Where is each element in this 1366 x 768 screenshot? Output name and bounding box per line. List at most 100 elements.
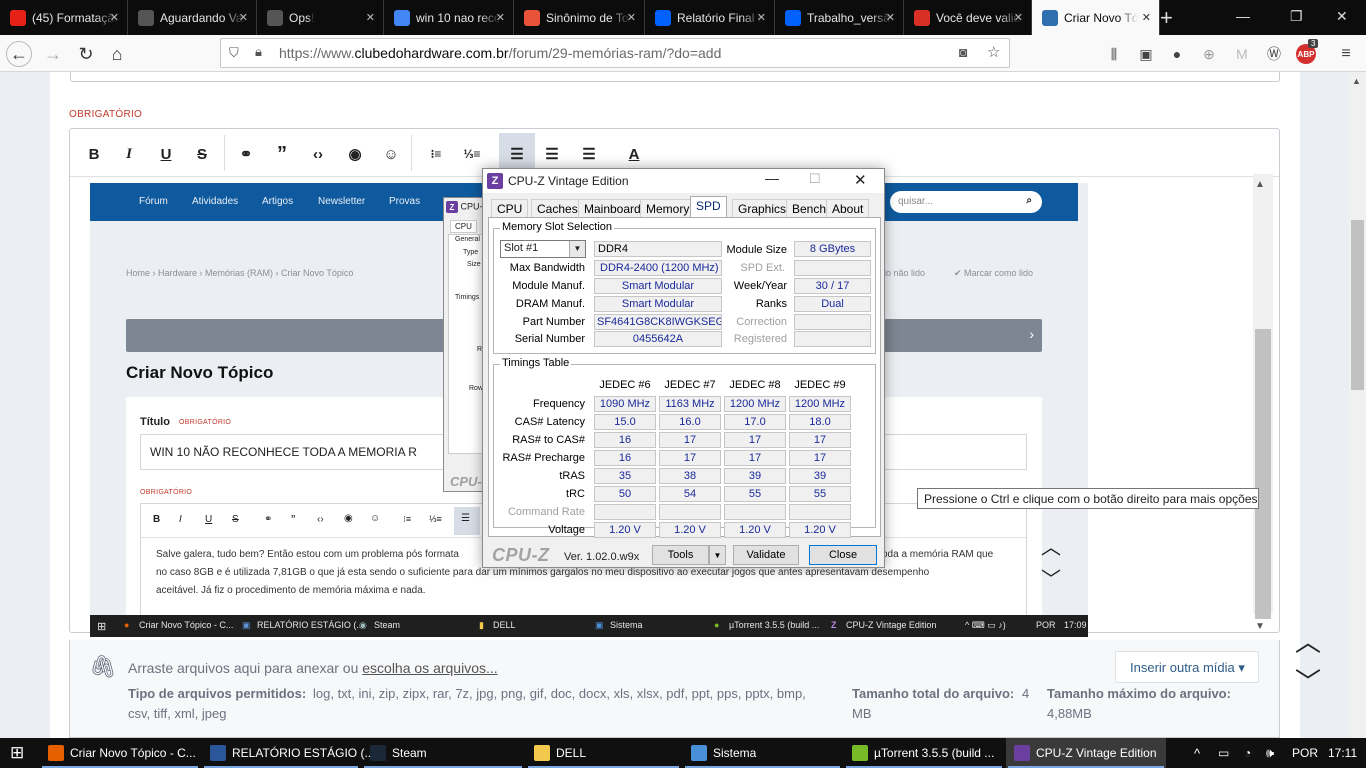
browser-tab[interactable]: Você deve valida ✕ <box>904 0 1032 35</box>
choose-files-link[interactable]: escolha os arquivos... <box>362 660 497 676</box>
forward-button[interactable]: → <box>40 41 66 67</box>
editor-scroll-up-icon[interactable]: ▲ <box>1255 179 1265 190</box>
extension-w-icon[interactable]: Ⓦ <box>1264 44 1284 64</box>
browser-tab[interactable]: Criar Novo Tó ✕ <box>1032 0 1160 35</box>
browser-tab[interactable]: Relatório Final d ✕ <box>645 0 775 35</box>
shield-icon[interactable]: ⛉ <box>229 45 239 61</box>
quote-icon[interactable]: ” <box>271 143 293 165</box>
cpuz-tab-spd[interactable]: SPD <box>690 196 727 218</box>
cpuz-tab-cpu[interactable]: CPU <box>491 199 529 217</box>
sidebar-icon[interactable]: ▣ <box>1136 44 1156 64</box>
dram-manuf-value: Smart Modular <box>594 296 722 312</box>
page-scrollbar-thumb[interactable] <box>1351 220 1364 390</box>
numbered-list-icon[interactable]: ⅓≡ <box>461 143 483 165</box>
underline-button[interactable]: U <box>155 143 177 165</box>
validate-button[interactable]: Validate <box>733 545 799 565</box>
battery-icon[interactable]: ▭ <box>1218 738 1229 768</box>
restore-button[interactable]: ❐ <box>1290 8 1303 25</box>
globe-icon[interactable]: ⊕ <box>1199 44 1219 64</box>
bookmark-star-icon[interactable]: ☆ <box>987 43 1000 61</box>
cpuz-titlebar[interactable]: Z CPU-Z Vintage Edition — ☐ ✕ <box>483 169 884 193</box>
dropdown-arrow-icon[interactable]: ▼ <box>569 241 585 257</box>
cpuz-close-button[interactable]: ✕ <box>854 171 867 189</box>
reload-button[interactable]: ↻ <box>73 41 99 67</box>
new-tab-button[interactable]: + <box>1160 5 1173 31</box>
cpuz-tab-graphics[interactable]: Graphics <box>732 199 793 217</box>
bold-button[interactable]: B <box>83 143 105 165</box>
browser-tab[interactable]: Sinônimo de Tol ✕ <box>514 0 645 35</box>
italic-button[interactable]: I <box>118 143 140 165</box>
url-text[interactable]: https://www.clubedohardware.com.br/forum… <box>279 45 721 61</box>
browser-tab[interactable]: Aguardando Vali ✕ <box>128 0 257 35</box>
close-tab-icon[interactable]: ✕ <box>239 11 248 24</box>
taskbar-item[interactable]: Criar Novo Tópico - C... <box>40 738 200 768</box>
scroll-down-chevron-icon[interactable]: ﹀ <box>1295 662 1321 699</box>
clock[interactable]: 17:11 <box>1328 738 1357 768</box>
spoiler-eye-icon[interactable]: ◉ <box>344 143 366 165</box>
insert-media-button[interactable]: Inserir outra mídia ▾ <box>1115 651 1259 683</box>
lock-icon[interactable]: 🔒︎ <box>255 44 262 60</box>
font-color-icon[interactable]: A <box>623 143 645 165</box>
taskbar-item[interactable]: Sistema <box>683 738 842 768</box>
strikethrough-button[interactable]: S <box>191 143 213 165</box>
slot-select[interactable]: Slot #1 ▼ <box>500 240 586 258</box>
close-tab-icon[interactable]: ✕ <box>757 11 766 24</box>
close-tab-icon[interactable]: ✕ <box>366 11 375 24</box>
tools-button[interactable]: Tools <box>652 545 709 565</box>
gmail-icon <box>914 9 930 26</box>
taskbar-item[interactable]: DELL <box>526 738 681 768</box>
browser-tab[interactable]: Trabalho_versão ✕ <box>775 0 904 35</box>
cpuz-tab-caches[interactable]: Caches <box>531 199 584 217</box>
browser-tab[interactable]: (45) Formatação ✕ <box>0 0 128 35</box>
close-tab-icon[interactable]: ✕ <box>1014 11 1023 24</box>
volume-icon[interactable]: 🕪︎ <box>1266 738 1274 768</box>
back-button[interactable]: ← <box>6 41 32 67</box>
scroll-up-chevron-icon[interactable]: ︿ <box>1295 622 1321 659</box>
close-tab-icon[interactable]: ✕ <box>886 11 895 24</box>
cpuz-maximize-button[interactable]: ☐ <box>809 171 821 187</box>
url-bar[interactable]: ⛉ 🔒︎ https://www.clubedohardware.com.br/… <box>220 38 1010 68</box>
close-tab-icon[interactable]: ✕ <box>627 11 636 24</box>
network-icon[interactable]: ◔ <box>1244 738 1251 768</box>
align-center-icon[interactable]: ☰ <box>541 143 563 165</box>
emoji-icon[interactable]: ☺ <box>380 143 402 165</box>
link-icon[interactable]: ⚭ <box>235 143 257 165</box>
cpuz-tab-memory[interactable]: Memory <box>640 199 696 217</box>
cpuz-tab-about[interactable]: About <box>826 199 870 217</box>
language-indicator[interactable]: POR <box>1292 738 1318 768</box>
home-button[interactable]: ⌂ <box>104 41 130 67</box>
library-icon[interactable]: ⫼ <box>1104 44 1124 64</box>
close-tab-icon[interactable]: ✕ <box>496 11 505 24</box>
page-scrollbar[interactable] <box>1349 72 1366 738</box>
close-tab-icon[interactable]: ✕ <box>1142 11 1151 24</box>
minimize-button[interactable]: — <box>1236 8 1250 24</box>
account-icon[interactable]: ● <box>1167 44 1187 64</box>
pocket-icon[interactable]: ◙ <box>959 44 967 60</box>
taskbar-item[interactable]: RELATÓRIO ESTÁGIO (... <box>202 738 374 768</box>
bulleted-list-icon[interactable]: ⁝≡ <box>425 143 447 165</box>
tray-overflow-icon[interactable]: ^ <box>1194 738 1200 768</box>
extension-m-icon[interactable]: M <box>1232 44 1252 64</box>
close-tab-icon[interactable]: ✕ <box>110 11 119 24</box>
tools-dropdown-icon[interactable]: ▼ <box>709 545 726 565</box>
cpuz-minimize-button[interactable]: — <box>765 170 779 186</box>
editor-scroll-down-icon[interactable]: ▼ <box>1255 621 1265 632</box>
cpuz-window[interactable]: Z CPU-Z Vintage Edition — ☐ ✕ CPU Caches M… <box>482 168 885 568</box>
code-icon[interactable]: ‹› <box>307 143 329 165</box>
close-button[interactable]: Close <box>809 545 877 565</box>
cpuz2-panel: General Type Size Timings R Row <box>448 234 486 454</box>
taskbar-item[interactable]: CPU-Z Vintage Edition <box>1006 738 1166 768</box>
align-right-icon[interactable]: ☰ <box>578 143 600 165</box>
taskbar-item[interactable]: µTorrent 3.5.5 (build ... <box>844 738 1004 768</box>
menu-icon[interactable]: ≡ <box>1336 44 1356 64</box>
cpuz-tab-mainboard[interactable]: Mainboard <box>578 199 647 217</box>
browser-tab[interactable]: Ops! ✕ <box>257 0 384 35</box>
windows-start-icon[interactable]: ⊞ <box>10 738 24 768</box>
editor-scroll-thumb[interactable] <box>1255 329 1271 619</box>
browser-tab[interactable]: win 10 nao recon ✕ <box>384 0 514 35</box>
scroll-up-arrow-icon[interactable]: ▲ <box>1352 76 1361 86</box>
align-left-icon[interactable]: ☰ <box>506 143 528 165</box>
taskbar-item[interactable]: Steam <box>362 738 524 768</box>
close-window-button[interactable]: ✕ <box>1336 8 1348 25</box>
total-size-value: 4 <box>1022 686 1030 701</box>
